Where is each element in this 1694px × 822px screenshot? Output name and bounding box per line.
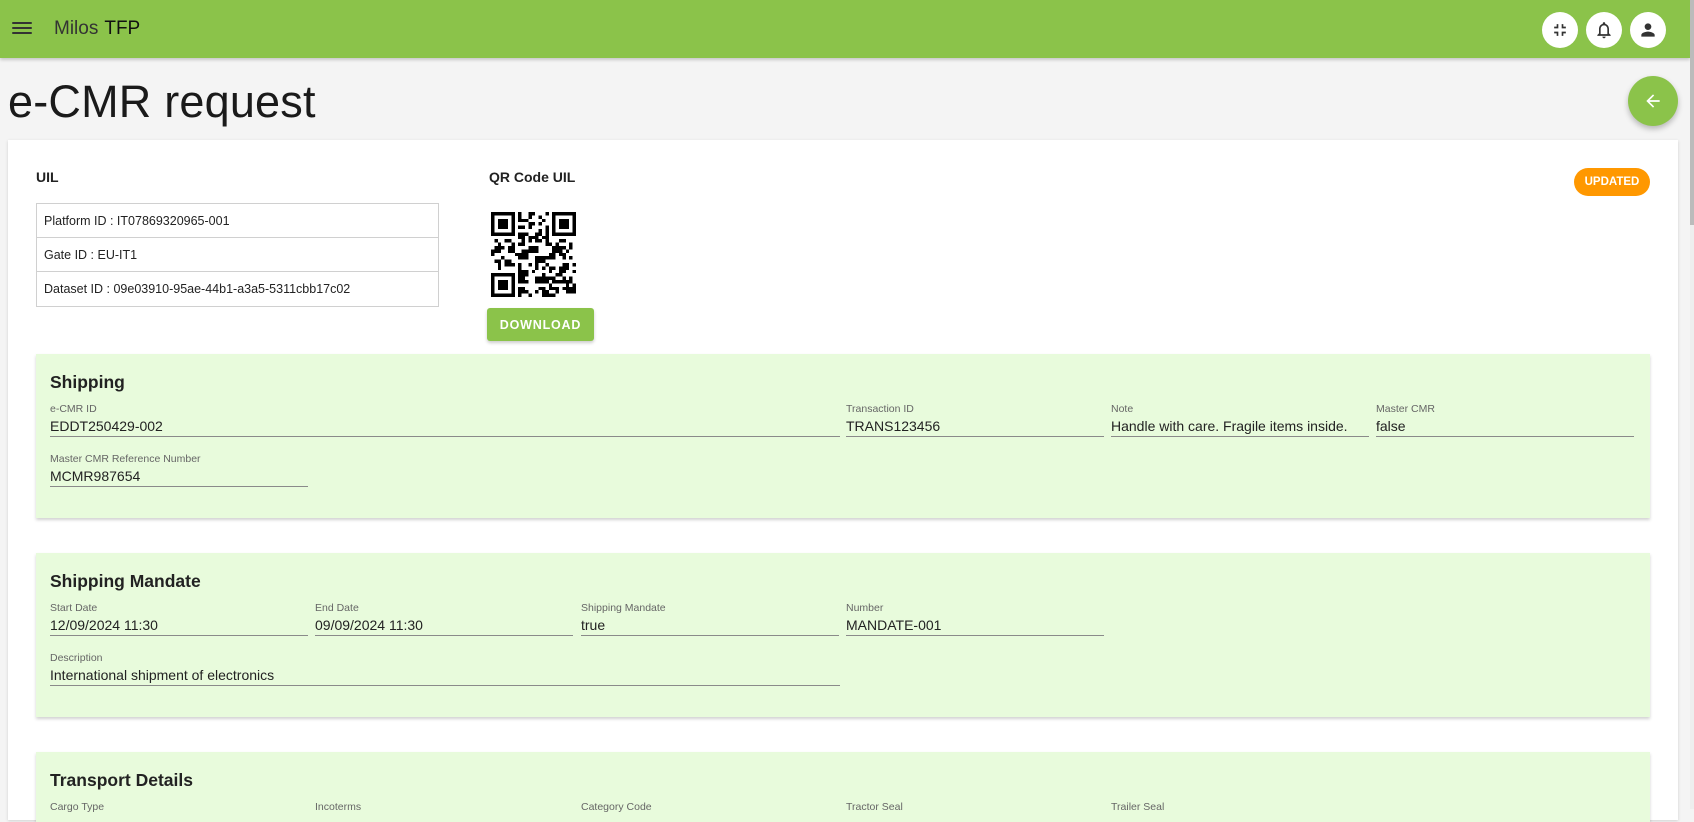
- account-button[interactable]: [1630, 12, 1666, 48]
- app-subtitle: TFP: [104, 18, 141, 39]
- end-date-field[interactable]: End Date 09/09/2024 11:30: [315, 601, 573, 636]
- shipping-mandate-section: Shipping Mandate Start Date 12/09/2024 1…: [36, 553, 1650, 717]
- field-label: Master CMR: [1376, 403, 1435, 415]
- toolbar-actions: [1542, 12, 1666, 48]
- uil-label: UIL: [36, 169, 59, 185]
- qr-code: [491, 212, 576, 297]
- field-label: Trailer Seal: [1111, 801, 1165, 813]
- shipping-section: Shipping e-CMR ID EDDT250429-002 Transac…: [36, 354, 1650, 518]
- trailer-seal-field[interactable]: Trailer Seal: [1111, 800, 1369, 814]
- field-label: Description: [50, 652, 103, 664]
- field-label: Master CMR Reference Number: [50, 453, 201, 465]
- field-value: 09/09/2024 11:30: [315, 615, 573, 636]
- ecmr-id-field[interactable]: e-CMR ID EDDT250429-002: [50, 402, 840, 437]
- field-label: Note: [1111, 403, 1134, 415]
- field-label: Start Date: [50, 602, 98, 614]
- scrollbar[interactable]: [1690, 0, 1694, 809]
- app-name: Milos: [54, 18, 99, 39]
- note-field[interactable]: Note Handle with care. Fragile items ins…: [1111, 402, 1369, 437]
- bell-icon: [1597, 22, 1611, 39]
- field-label: Cargo Type: [50, 801, 105, 813]
- master-cmr-reference-field[interactable]: Master CMR Reference Number MCMR987654: [50, 452, 308, 487]
- field-label: e-CMR ID: [50, 403, 97, 415]
- field-label: Category Code: [581, 801, 652, 813]
- transaction-id-field[interactable]: Transaction ID TRANS123456: [846, 402, 1104, 437]
- qr-label: QR Code UIL: [489, 169, 576, 185]
- page-title: e-CMR request: [8, 76, 316, 127]
- scrollbar-thumb[interactable]: [1690, 0, 1694, 225]
- user-icon: [1641, 23, 1655, 37]
- field-value: MCMR987654: [50, 466, 308, 487]
- menu-icon[interactable]: [12, 19, 32, 39]
- collapse-icon: [1554, 24, 1566, 36]
- mandate-number-field[interactable]: Number MANDATE-001: [846, 601, 1104, 636]
- tractor-seal-field[interactable]: Tractor Seal: [846, 800, 1104, 814]
- master-cmr-field[interactable]: Master CMR false: [1376, 402, 1634, 437]
- arrow-left-icon: [1646, 94, 1660, 108]
- app-toolbar: Milos TFP: [0, 0, 1690, 58]
- field-label: Number: [846, 602, 884, 614]
- field-label: Transaction ID: [846, 403, 914, 415]
- field-value: International shipment of electronics: [50, 665, 840, 686]
- download-button[interactable]: DOWNLOAD: [487, 308, 594, 341]
- start-date-field[interactable]: Start Date 12/09/2024 11:30: [50, 601, 308, 636]
- section-title: Shipping: [50, 372, 125, 392]
- section-title: Shipping Mandate: [50, 571, 201, 591]
- uil-dataset-id: Dataset ID : 09e03910-95ae-44b1-a3a5-531…: [44, 282, 351, 296]
- field-value: true: [581, 615, 839, 636]
- field-label: Incoterms: [315, 801, 362, 813]
- incoterms-field[interactable]: Incoterms: [315, 800, 573, 814]
- category-code-field[interactable]: Category Code: [581, 800, 839, 814]
- transport-details-section: Transport Details Cargo Type Incoterms C…: [36, 752, 1650, 822]
- notifications-button[interactable]: [1586, 12, 1622, 48]
- field-value: false: [1376, 416, 1634, 437]
- brand: Milos TFP: [54, 18, 140, 40]
- status-badge: UPDATED: [1574, 168, 1650, 196]
- field-value: Handle with care. Fragile items inside.: [1111, 416, 1369, 437]
- back-button[interactable]: [1628, 76, 1678, 126]
- field-value: EDDT250429-002: [50, 416, 840, 437]
- field-label: End Date: [315, 602, 359, 614]
- cargo-type-field[interactable]: Cargo Type: [50, 800, 308, 814]
- field-value: TRANS123456: [846, 416, 1104, 437]
- collapse-button[interactable]: [1542, 12, 1578, 48]
- uil-platform-id: Platform ID : IT07869320965-001: [37, 204, 438, 238]
- field-label: Tractor Seal: [846, 801, 903, 813]
- section-title: Transport Details: [50, 770, 193, 790]
- description-field[interactable]: Description International shipment of el…: [50, 651, 840, 686]
- field-value: MANDATE-001: [846, 615, 1104, 636]
- uil-table: Platform ID : IT07869320965-001 Gate ID …: [36, 203, 439, 307]
- field-label: Shipping Mandate: [581, 602, 666, 614]
- shipping-mandate-field[interactable]: Shipping Mandate true: [581, 601, 839, 636]
- uil-gate-id: Gate ID : EU-IT1: [37, 238, 438, 272]
- field-value: 12/09/2024 11:30: [50, 615, 308, 636]
